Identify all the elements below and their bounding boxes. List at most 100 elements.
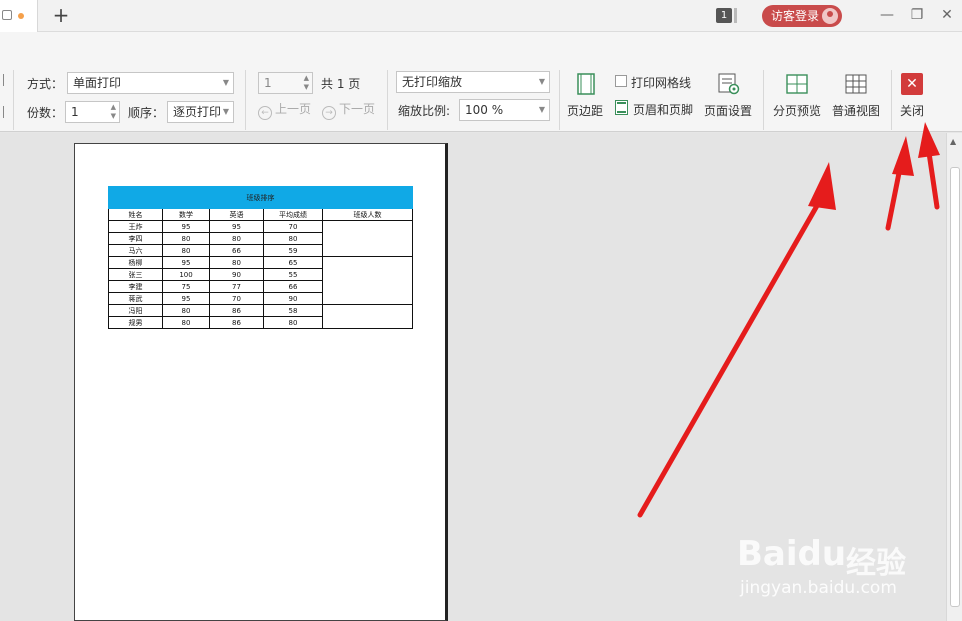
cell: 66 xyxy=(263,280,323,293)
scroll-up-icon[interactable]: ▲ xyxy=(950,137,956,146)
print-gridlines-label: 打印网格线 xyxy=(631,76,692,90)
page-number-value: 1 xyxy=(264,76,272,90)
cell: 55 xyxy=(263,268,323,281)
visitor-login-label: 访客登录 xyxy=(771,9,820,23)
cell: 80 xyxy=(162,232,210,245)
toolbar-divider xyxy=(559,70,560,130)
arrow-left-icon: ← xyxy=(258,106,272,120)
table-title: 班级排序 xyxy=(108,186,413,209)
header-cell: 英语 xyxy=(209,208,264,221)
toolbar-divider xyxy=(387,70,388,130)
margins-button[interactable]: 页边距 xyxy=(567,102,603,119)
toolbar-divider xyxy=(13,70,14,130)
copies-stepper[interactable]: 1 ▲ ▼ xyxy=(65,101,120,123)
window-close-button[interactable]: ✕ xyxy=(937,5,957,25)
baidu-watermark-url: jingyan.baidu.com xyxy=(740,578,897,598)
page-setup-button[interactable]: 页面设置 xyxy=(704,102,752,119)
cell: 90 xyxy=(209,268,264,281)
cell: 77 xyxy=(209,280,264,293)
cell: 70 xyxy=(209,292,264,305)
cell: 80 xyxy=(263,316,323,329)
document-tab[interactable] xyxy=(0,0,38,32)
cell: 王炸 xyxy=(108,220,163,233)
margins-icon[interactable] xyxy=(577,73,595,98)
toolbar-divider xyxy=(763,70,764,130)
header-footer-button[interactable]: 页眉和页脚 xyxy=(633,101,693,118)
print-order-select[interactable]: 逐页打印 ▼ xyxy=(167,101,234,123)
copies-value: 1 xyxy=(71,105,79,119)
restore-button[interactable]: ❐ xyxy=(907,5,927,25)
table-row: 王炸 95 95 70 xyxy=(108,220,413,257)
zoom-select[interactable]: 100 % ▼ xyxy=(459,99,550,121)
cell: 张三 xyxy=(108,268,163,281)
cell: 90 xyxy=(263,292,323,305)
normal-view-icon[interactable] xyxy=(845,74,867,97)
vertical-scrollbar[interactable]: ▲ xyxy=(946,133,962,621)
spreadsheet-table: 班级排序 姓名 数学 英语 平均成绩 班级人数 王炸 95 95 70 李四 8… xyxy=(108,186,413,329)
cell: 李建 xyxy=(108,280,163,293)
cell: 冯阳 xyxy=(108,304,163,317)
page-setup-icon[interactable] xyxy=(718,73,740,98)
title-bar: + 1 访客登录 — ❐ ✕ xyxy=(0,0,962,32)
cell: 杨柳 xyxy=(108,256,163,269)
order-label: 顺序： xyxy=(128,106,165,120)
merged-cell xyxy=(322,256,413,305)
chevron-down-icon: ▼ xyxy=(538,105,545,114)
page-break-preview-icon[interactable] xyxy=(786,74,808,97)
cell: 蒋武 xyxy=(108,292,163,305)
print-preview-toolbar: 方式： 单面打印 ▼ 份数： 1 ▲ ▼ 顺序： 逐页打印 ▼ 1 ▲ ▼ 共 1 … xyxy=(0,32,962,132)
badge-bar-icon xyxy=(734,8,737,23)
visitor-login-button[interactable]: 访客登录 xyxy=(762,5,842,27)
header-cell: 平均成绩 xyxy=(263,208,323,221)
cell: 58 xyxy=(263,304,323,317)
avatar xyxy=(822,8,838,24)
normal-view-button[interactable]: 普通视图 xyxy=(832,102,880,119)
stepper-arrows-icon[interactable]: ▲ ▼ xyxy=(111,103,116,121)
cell: 80 xyxy=(209,256,264,269)
cell: 86 xyxy=(209,316,264,329)
cell: 86 xyxy=(209,304,264,317)
new-tab-button[interactable]: + xyxy=(52,3,70,27)
cell: 65 xyxy=(263,256,323,269)
close-preview-button[interactable]: 关闭 xyxy=(900,102,924,119)
scale-mode-select[interactable]: 无打印缩放 ▼ xyxy=(396,71,550,93)
chevron-down-icon: ▼ xyxy=(222,107,229,116)
scale-mode-value: 无打印缩放 xyxy=(402,75,463,89)
cell: 马六 xyxy=(108,244,163,257)
next-page-label: 下一页 xyxy=(339,102,376,116)
merged-cell xyxy=(322,304,413,329)
scrollbar-thumb[interactable] xyxy=(950,167,960,607)
table-row: 冯阳 80 86 58 xyxy=(108,304,413,329)
chevron-down-icon: ▼ xyxy=(538,77,545,86)
arrow-right-icon: → xyxy=(322,106,336,120)
previous-page-button[interactable]: ← 上一页 xyxy=(258,100,311,120)
chevron-down-icon: ▼ xyxy=(222,78,229,87)
cell: 80 xyxy=(162,304,210,317)
cell: 70 xyxy=(263,220,323,233)
previous-page-label: 上一页 xyxy=(275,102,312,116)
baidu-watermark-text: 经验 xyxy=(846,546,906,581)
print-gridlines-checkbox[interactable] xyxy=(615,75,627,87)
print-mode-select[interactable]: 单面打印 ▼ xyxy=(67,72,234,94)
cell: 95 xyxy=(162,256,210,269)
total-pages-label: 共 1 页 xyxy=(321,77,361,91)
close-preview-icon[interactable]: ✕ xyxy=(901,73,923,95)
cell: 80 xyxy=(162,316,210,329)
stepper-arrows-icon[interactable]: ▲ ▼ xyxy=(304,74,309,92)
zoom-label: 缩放比例: xyxy=(398,104,451,118)
page-number-stepper[interactable]: 1 ▲ ▼ xyxy=(258,72,313,94)
window-count-badge[interactable]: 1 xyxy=(716,8,732,23)
merged-cell xyxy=(322,220,413,257)
copies-label: 份数： xyxy=(27,106,64,120)
cell: 75 xyxy=(162,280,210,293)
header-footer-icon xyxy=(615,100,628,118)
print-order-value: 逐页打印 xyxy=(173,105,222,119)
cell: 100 xyxy=(162,268,210,281)
zoom-value: 100 % xyxy=(465,103,504,117)
next-page-button[interactable]: → 下一页 xyxy=(322,100,375,120)
minimize-button[interactable]: — xyxy=(877,5,897,25)
left-edge-icon-2 xyxy=(0,106,4,118)
toolbar-divider xyxy=(891,70,892,130)
page-break-preview-button[interactable]: 分页预览 xyxy=(773,102,821,119)
table-title-row: 班级排序 xyxy=(108,186,413,209)
